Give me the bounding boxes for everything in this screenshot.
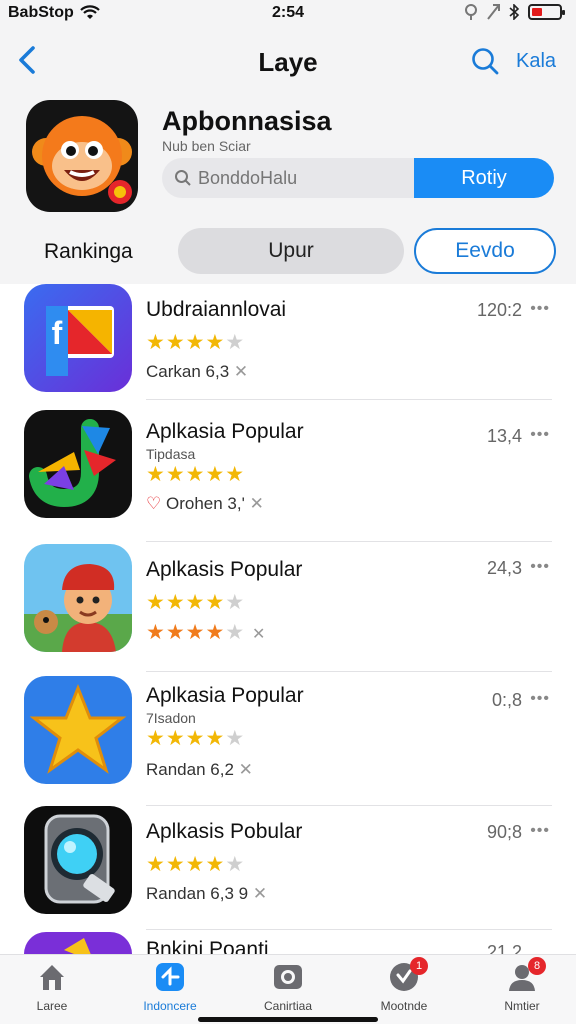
tab-home[interactable]: Laree [2,961,102,1021]
list-item-title: Aplkasis Popular [146,558,303,581]
search-field[interactable] [162,158,418,198]
list-item-number: 21,2 [486,942,522,954]
meta-text: Randan 6,2 [146,760,234,779]
list-item-number: 0:,8 [491,690,522,710]
ellipsis-icon[interactable]: ••• [530,690,550,708]
list-item-meta: ♡ Orohen 3,' ✕ [146,494,264,513]
list-item[interactable]: Bnkini Poanti 21,2 [0,932,576,954]
location-icon [465,4,477,20]
svg-text:f: f [52,315,63,351]
f-flag-icon: f [24,284,132,392]
purple-app-icon [24,932,132,954]
ellipsis-icon[interactable]: ••• [530,822,550,840]
list-item-title: Aplkasia Popular [146,420,304,443]
list-item[interactable]: f Ubdraiannlovai ★★★★★ Carkan 6,3 ✕ 120:… [0,284,576,416]
list-item-title: Aplkasia Popular [146,684,304,707]
status-bar: BabStop 2:54 [0,0,576,28]
signal-icon [487,4,500,20]
list-item-title: Ubdraiannlovai [146,298,287,321]
search-icon[interactable] [470,46,500,76]
camera-lens-icon [24,806,132,914]
rating-stars: ★★★★★ [146,463,246,486]
camera-icon [272,961,304,993]
app-list: f Ubdraiannlovai ★★★★★ Carkan 6,3 ✕ 120:… [0,284,576,954]
rating-stars: ★★★★★ [146,591,246,614]
tab-profile[interactable]: 8 Nmtier [472,957,572,1021]
row-divider [146,399,552,400]
list-item-number: 120:2 [476,300,522,320]
tab-label: Laree [36,999,68,1013]
meta-text: Orohen 3,' [165,494,245,513]
primary-action-button[interactable]: Rotiy [414,158,554,198]
cartoon-boy-icon [24,544,132,652]
rating-stars: ★★★★★ [146,331,246,354]
row-divider [146,929,552,930]
status-right [464,4,565,20]
list-item[interactable]: Aplkasis Pobular ★★★★★ Randan 6,3 9 ✕ 90… [0,806,576,938]
colorful-j-icon [24,410,132,518]
list-item-meta: Carkan 6,3 ✕ [146,362,249,381]
rating-stars: ★★★★★ [146,727,246,750]
row-divider [146,671,552,672]
rating-stars-secondary: ★★★★★ ✕ [146,621,267,644]
list-item-meta: Randan 6,3 9 ✕ [146,884,268,903]
tab-label: Nmtier [504,999,540,1013]
battery-icon [528,4,565,20]
tab-bar: Laree Indoncere Canirtiaa 1 Mootnde 8 Nm… [0,954,576,1024]
home-indicator [198,1017,378,1022]
meta-text: Carkan 6,3 [146,362,230,381]
list-item-subtitle: Tipdasa [146,446,196,462]
ellipsis-icon[interactable]: ••• [530,558,550,576]
ellipsis-icon[interactable]: ••• [530,426,550,444]
tab-label: Mootnde [380,999,428,1013]
list-item-title: Bnkini Poanti [146,938,269,954]
tab-clock[interactable]: 1 Mootnde [354,957,454,1021]
search-input[interactable] [198,167,408,189]
tab-label: Indoncere [143,999,197,1013]
list-item-number: 13,4 [486,426,522,446]
list-item-number: 90;8 [486,822,522,842]
tab-camera[interactable]: Canirtiaa [238,961,338,1021]
app-subtitle: Nub ben Sciar [162,138,251,154]
rating-stars: ★★★★★ [146,853,246,876]
segment-eevdo[interactable]: Eevdo [414,228,556,274]
list-item-subtitle: 7Isadon [146,710,196,726]
notification-badge: 1 [410,957,428,975]
today-icon [154,961,186,993]
rankings-label: Rankinga [44,240,133,263]
app-name: Apbonnasisa [162,106,332,136]
ellipsis-icon[interactable]: ••• [530,300,550,318]
list-item-meta: Randan 6,2 ✕ [146,760,253,779]
tab-today[interactable]: Indoncere [120,961,220,1021]
list-item[interactable]: Aplkasis Popular ★★★★★ ★★★★★ ✕ 24,3 ••• [0,542,576,674]
list-item[interactable]: Aplkasia Popular Tipdasa ★★★★★ ♡ Orohen … [0,410,576,542]
segment-upur[interactable]: Upur [178,228,404,274]
star-icon [24,676,132,784]
notification-badge: 8 [528,957,546,975]
list-item-title: Aplkasis Pobular [146,820,303,843]
monkey-face-icon [26,100,138,212]
house-icon [36,961,68,993]
list-item-number: 24,3 [486,558,522,578]
search-icon [175,170,191,186]
person-icon: 8 [506,957,546,993]
nav-action-link[interactable]: Kala [516,50,556,73]
tab-label: Canirtiaa [263,999,313,1013]
bluetooth-icon [509,4,520,20]
clock-icon: 1 [388,957,428,993]
meta-text: Randan 6,3 9 [146,884,249,903]
list-item[interactable]: Aplkasia Popular 7Isadon ★★★★★ Randan 6,… [0,674,576,806]
